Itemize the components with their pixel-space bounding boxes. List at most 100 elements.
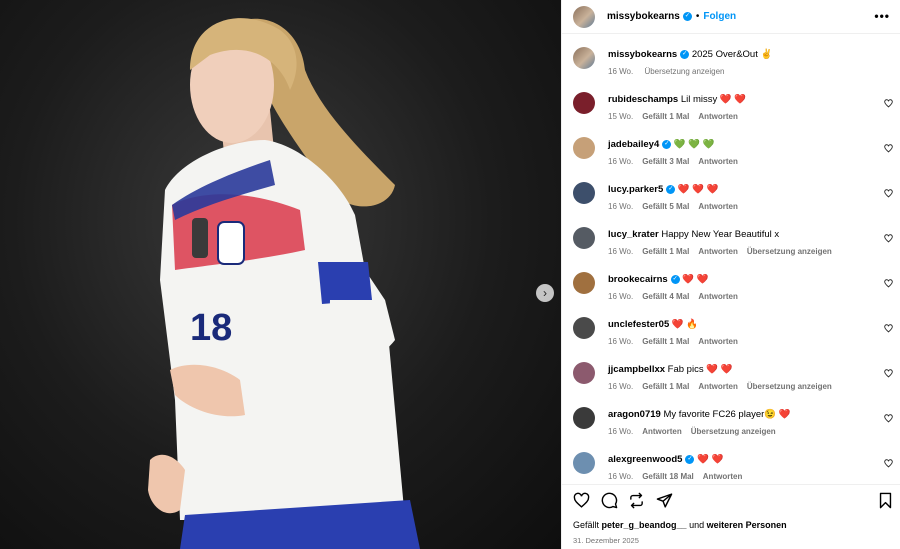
more-options-icon[interactable]: •••	[874, 9, 890, 23]
comment-username[interactable]: brookecairns	[608, 274, 668, 285]
verified-icon: ✓	[682, 12, 692, 21]
repost-icon[interactable]	[628, 492, 645, 509]
avatar[interactable]	[573, 227, 595, 249]
comment-likes[interactable]: Gefällt 1 Mal	[642, 337, 689, 346]
comment-username[interactable]: rubideschamps	[608, 94, 678, 105]
likes-prefix: Gefällt	[573, 520, 600, 530]
comment-likes[interactable]: Gefällt 5 Mal	[642, 202, 689, 211]
comment-line: aragon0719 My favorite FC26 player😉 ❤️	[608, 409, 791, 420]
comment-item: rubideschamps Lil missy ❤️ ❤️ 15 Wo. Gefäl…	[573, 90, 893, 130]
comment-emoji: 💚 💚 💚	[673, 139, 715, 150]
comment-age: 16 Wo.	[608, 382, 634, 391]
comment-item: unclefester05 ❤️ 🔥 16 Wo. Gefällt 1 Mal Ant…	[573, 315, 893, 355]
heart-icon[interactable]	[884, 99, 893, 108]
comment-likes[interactable]: Gefällt 18 Mal	[642, 472, 694, 481]
avatar[interactable]	[573, 317, 595, 339]
caption-text: 2025 Over&Out ✌️	[691, 49, 773, 60]
comment-emoji: ❤️ ❤️ ❤️	[677, 184, 719, 195]
send-icon[interactable]	[656, 492, 673, 509]
comment-item: lucy_krater Happy New Year Beautiful x 1…	[573, 225, 893, 265]
avatar[interactable]	[573, 92, 595, 114]
avatar[interactable]	[573, 362, 595, 384]
comment-icon[interactable]	[601, 492, 618, 509]
reply-button[interactable]: Antworten	[698, 337, 738, 346]
comment-username[interactable]: unclefester05	[608, 319, 669, 330]
comment-emoji: ❤️	[778, 409, 791, 420]
bookmark-icon[interactable]	[877, 492, 894, 509]
comment-emoji: ❤️ ❤️	[706, 364, 733, 375]
comment-item: alexgreenwood5 ✓ ❤️ ❤️ 16 Wo. Gefällt 18 Ma…	[573, 450, 893, 483]
translate-link[interactable]: Übersetzung anzeigen	[747, 247, 832, 256]
likes-rest[interactable]: weiteren Personen	[707, 520, 787, 530]
follow-button[interactable]: Folgen	[703, 11, 736, 22]
translate-link[interactable]: Übersetzung anzeigen	[691, 427, 776, 436]
post-image[interactable]: 18 ›	[0, 0, 561, 549]
verified-icon: ✓	[685, 454, 695, 464]
heart-icon[interactable]	[884, 369, 893, 378]
comment-username[interactable]: jjcampbellxx	[608, 364, 665, 375]
avatar[interactable]	[573, 407, 595, 429]
comment-line: brookecairns ✓ ❤️ ❤️	[608, 274, 709, 285]
author-username[interactable]: missybokearns	[607, 11, 680, 22]
comment-item: aragon0719 My favorite FC26 player😉 ❤️ 16…	[573, 405, 893, 445]
reply-button[interactable]: Antworten	[703, 472, 743, 481]
avatar[interactable]	[573, 182, 595, 204]
avatar[interactable]	[573, 452, 595, 474]
comment-likes[interactable]: Gefällt 1 Mal	[642, 247, 689, 256]
comment-emoji: ❤️ 🔥	[671, 319, 699, 330]
comment-likes[interactable]: Gefällt 1 Mal	[642, 382, 689, 391]
reply-button[interactable]: Antworten	[698, 112, 738, 121]
comment-username[interactable]: lucy_krater	[608, 229, 659, 240]
comment-item: lucy.parker5 ✓ ❤️ ❤️ ❤️ 16 Wo. Gefällt 5 Ma…	[573, 180, 893, 220]
avatar[interactable]	[573, 47, 595, 69]
heart-icon[interactable]	[884, 189, 893, 198]
chevron-right-icon[interactable]: ›	[536, 284, 554, 302]
caption-username[interactable]: missybokearns	[608, 49, 677, 60]
comment-line: unclefester05 ❤️ 🔥	[608, 319, 698, 330]
comment-age: 16 Wo.	[608, 427, 634, 436]
comment-username[interactable]: alexgreenwood5	[608, 454, 682, 465]
heart-icon[interactable]	[884, 324, 893, 333]
comment-meta: 16 Wo. Gefällt 3 Mal Antworten	[608, 157, 747, 166]
heart-icon[interactable]	[573, 492, 590, 509]
reply-button[interactable]: Antworten	[698, 292, 738, 301]
comment-username[interactable]: jadebailey4	[608, 139, 659, 150]
reply-button[interactable]: Antworten	[698, 247, 738, 256]
heart-icon[interactable]	[884, 414, 893, 423]
reply-button[interactable]: Antworten	[698, 157, 738, 166]
reply-button[interactable]: Antworten	[698, 202, 738, 211]
heart-icon[interactable]	[884, 279, 893, 288]
reply-button[interactable]: Antworten	[698, 382, 738, 391]
heart-icon[interactable]	[884, 459, 893, 468]
comment-username[interactable]: lucy.parker5	[608, 184, 663, 195]
comment-text: My favorite FC26 player😉	[663, 409, 777, 420]
likes-and: und	[689, 520, 705, 530]
heart-icon[interactable]	[884, 144, 893, 153]
comment-username[interactable]: aragon0719	[608, 409, 661, 420]
comment-likes[interactable]: Gefällt 1 Mal	[642, 112, 689, 121]
comment-meta: 16 Wo. Gefällt 1 Mal Antworten Übersetzung …	[608, 382, 841, 391]
heart-icon[interactable]	[884, 234, 893, 243]
post-date[interactable]: 31. Dezember 2025	[573, 536, 639, 545]
post-header: missybokearns ✓ • Folgen •••	[562, 0, 900, 34]
comment-meta: 16 Wo. Gefällt 18 Mal Antworten	[608, 472, 751, 481]
likes-user[interactable]: peter_g_beandog__	[602, 520, 687, 530]
comment-likes[interactable]: Gefällt 3 Mal	[642, 157, 689, 166]
reply-button[interactable]: Antworten	[642, 427, 682, 436]
comment-item: jjcampbellxx Fab pics ❤️ ❤️ 16 Wo. Gefällt…	[573, 360, 893, 400]
translate-link[interactable]: Übersetzung anzeigen	[644, 67, 724, 76]
comment-line: jjcampbellxx Fab pics ❤️ ❤️	[608, 364, 733, 375]
verified-icon: ✓	[662, 139, 672, 149]
comment-line: jadebailey4 ✓ 💚 💚 💚	[608, 139, 715, 150]
comment-likes[interactable]: Gefällt 4 Mal	[642, 292, 689, 301]
verified-icon: ✓	[670, 274, 680, 284]
avatar[interactable]	[573, 272, 595, 294]
comments-list[interactable]: missybokearns ✓ 2025 Over&Out ✌️ 16 Wo. Ü…	[562, 35, 900, 483]
translate-link[interactable]: Übersetzung anzeigen	[747, 382, 832, 391]
comment-line: rubideschamps Lil missy ❤️ ❤️	[608, 94, 746, 105]
avatar[interactable]	[573, 5, 595, 28]
caption-age: 16 Wo.	[608, 67, 634, 76]
avatar[interactable]	[573, 137, 595, 159]
jersey-number: 18	[190, 307, 232, 349]
comment-age: 16 Wo.	[608, 337, 634, 346]
